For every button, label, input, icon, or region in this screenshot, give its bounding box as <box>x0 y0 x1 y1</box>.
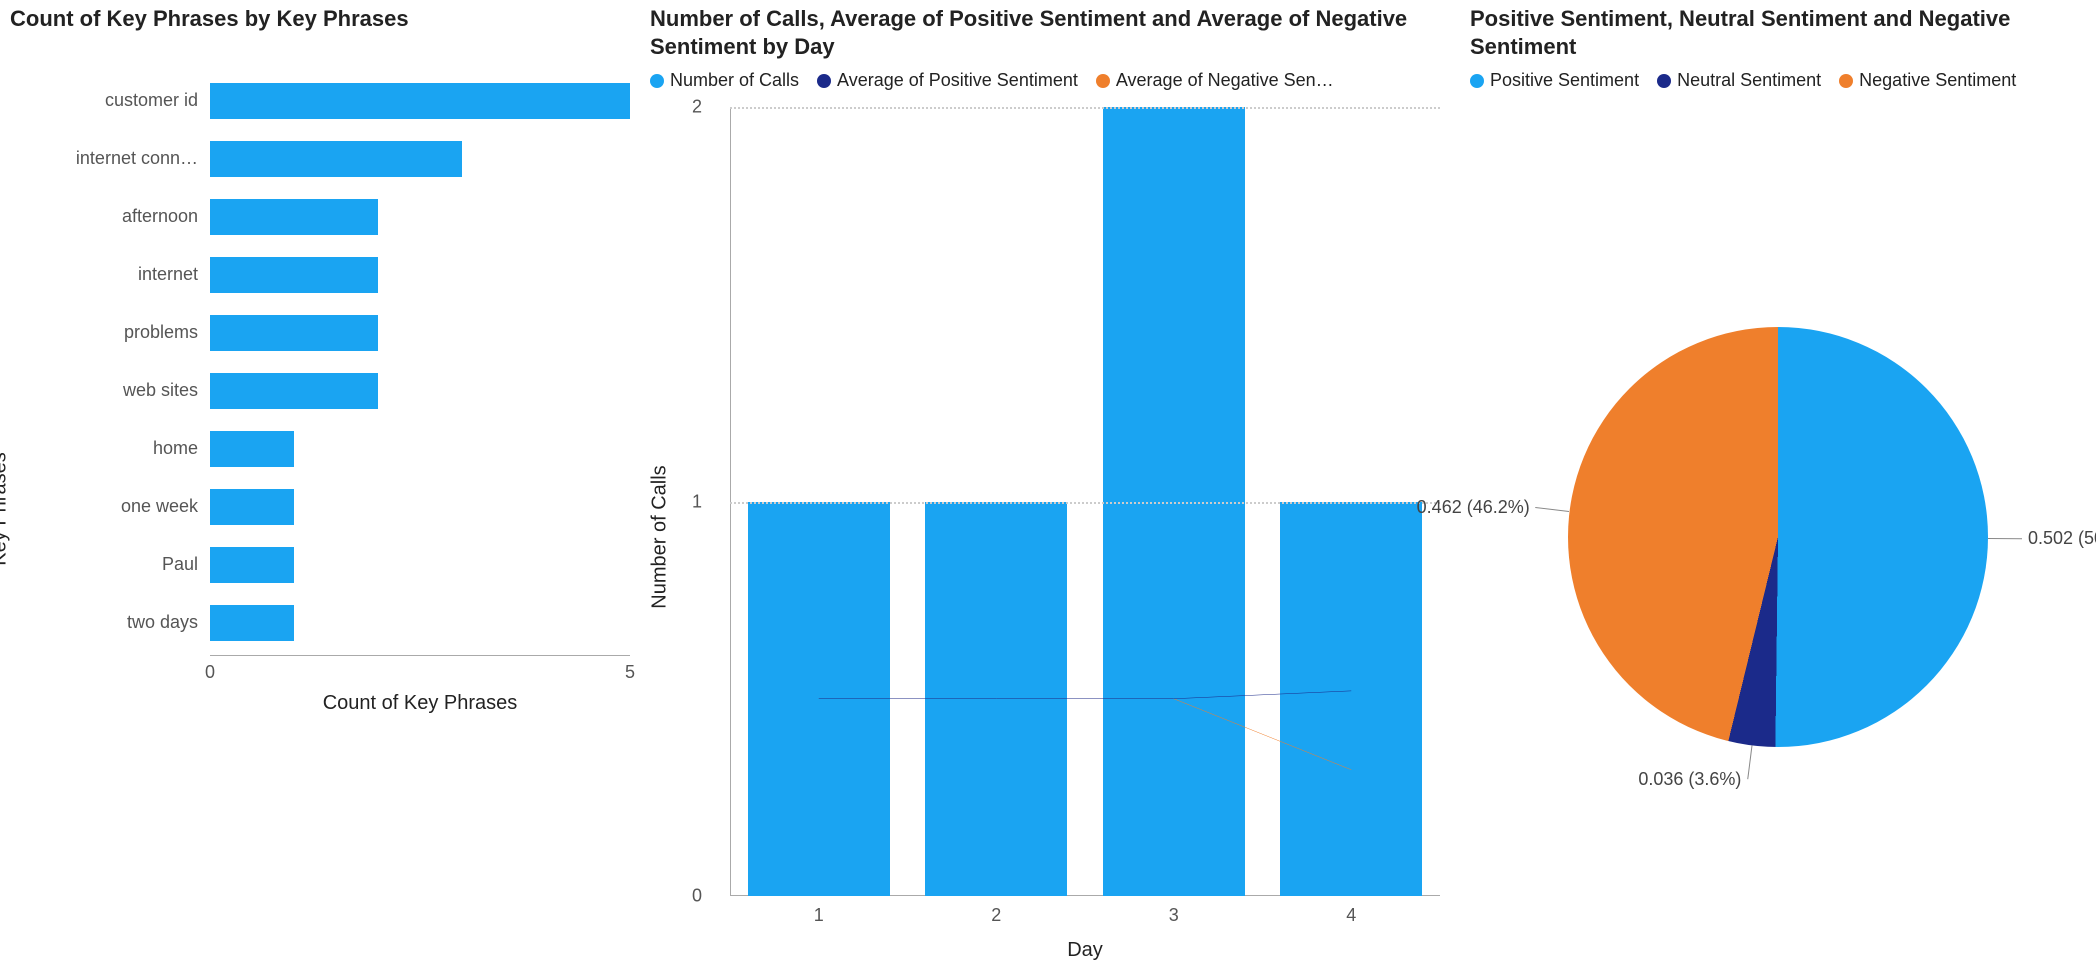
legend-label: Negative Sentiment <box>1859 70 2016 91</box>
key-phrase-xtick: 5 <box>625 662 635 683</box>
calls-sentiment-title: Number of Calls, Average of Positive Sen… <box>650 5 1450 60</box>
calls-sentiment-legend: Number of Calls Average of Positive Senti… <box>650 70 1450 91</box>
legend-swatch <box>1470 74 1484 88</box>
calls-ytick: 1 <box>692 491 702 512</box>
key-phrase-label: web sites <box>50 380 210 401</box>
key-phrase-label: problems <box>50 322 210 343</box>
calls-sentiment-ylabel: Number of Calls <box>649 465 672 608</box>
key-phrases-chart: Count of Key Phrases by Key Phrases Key … <box>0 0 640 976</box>
key-phrase-label: customer id <box>50 90 210 111</box>
legend-item: Average of Negative Sen… <box>1096 70 1334 91</box>
key-phrase-bar <box>210 431 294 467</box>
key-phrase-row: customer id <box>50 83 630 119</box>
key-phrases-plot: Key Phrases customer idinternet conn…aft… <box>10 43 630 976</box>
legend-label: Neutral Sentiment <box>1677 70 1821 91</box>
pie-slice-label: 0.462 (46.2%) <box>1417 497 1530 518</box>
key-phrase-bar <box>210 83 630 119</box>
legend-item: Negative Sentiment <box>1839 70 2016 91</box>
key-phrase-label: one week <box>50 496 210 517</box>
key-phrase-label: home <box>50 438 210 459</box>
key-phrase-label: afternoon <box>50 206 210 227</box>
calls-ytick: 2 <box>692 97 702 118</box>
calls-xtick: 2 <box>991 905 1001 926</box>
key-phrase-row: two days <box>50 605 630 641</box>
key-phrase-bar <box>210 141 462 177</box>
sentiment-pie-plot: 0.502 (50.2%)0.036 (3.6%)0.462 (46.2%) <box>1568 327 1988 747</box>
key-phrase-row: one week <box>50 489 630 525</box>
legend-label: Average of Positive Sentiment <box>837 70 1078 91</box>
calls-sentiment-plot: Day 0121234 <box>730 107 1440 896</box>
key-phrases-ylabel: Key Phrases <box>0 453 12 566</box>
key-phrase-xtick: 0 <box>205 662 215 683</box>
legend-swatch <box>1657 74 1671 88</box>
key-phrase-row: afternoon <box>50 199 630 235</box>
key-phrase-label: internet conn… <box>50 148 210 169</box>
key-phrase-label: internet <box>50 264 210 285</box>
key-phrase-bar <box>210 605 294 641</box>
key-phrase-bar <box>210 489 294 525</box>
legend-swatch <box>817 74 831 88</box>
key-phrase-label: two days <box>50 612 210 633</box>
calls-xtick: 3 <box>1169 905 1179 926</box>
legend-swatch <box>1839 74 1853 88</box>
pie-slice-label: 0.502 (50.2%) <box>2028 528 2096 549</box>
legend-item: Number of Calls <box>650 70 799 91</box>
key-phrase-row: internet <box>50 257 630 293</box>
calls-sentiment-xlabel: Day <box>1067 939 1103 962</box>
negative-sentiment-line <box>819 699 1352 770</box>
key-phrase-row: internet conn… <box>50 141 630 177</box>
key-phrase-label: Paul <box>50 554 210 575</box>
legend-label: Average of Negative Sen… <box>1116 70 1334 91</box>
legend-item: Neutral Sentiment <box>1657 70 1821 91</box>
legend-item: Average of Positive Sentiment <box>817 70 1078 91</box>
calls-sentiment-chart: Number of Calls, Average of Positive Sen… <box>640 0 1460 976</box>
positive-sentiment-line <box>819 691 1352 699</box>
key-phrases-title: Count of Key Phrases by Key Phrases <box>10 5 630 33</box>
legend-swatch <box>650 74 664 88</box>
sentiment-pie-legend: Positive Sentiment Neutral Sentiment Negat… <box>1470 70 2086 91</box>
key-phrases-xlabel: Count of Key Phrases <box>323 692 518 715</box>
key-phrase-row: problems <box>50 315 630 351</box>
legend-swatch <box>1096 74 1110 88</box>
legend-label: Positive Sentiment <box>1490 70 1639 91</box>
calls-xtick: 1 <box>814 905 824 926</box>
calls-xtick: 4 <box>1346 905 1356 926</box>
calls-ytick: 0 <box>692 886 702 907</box>
pie-slice-label: 0.036 (3.6%) <box>1638 769 1741 790</box>
legend-item: Positive Sentiment <box>1470 70 1639 91</box>
key-phrase-bar <box>210 547 294 583</box>
key-phrase-row: home <box>50 431 630 467</box>
key-phrase-bar <box>210 373 378 409</box>
key-phrase-row: web sites <box>50 373 630 409</box>
legend-label: Number of Calls <box>670 70 799 91</box>
key-phrase-bar <box>210 315 378 351</box>
key-phrase-bar <box>210 257 378 293</box>
key-phrase-row: Paul <box>50 547 630 583</box>
sentiment-pie-title: Positive Sentiment, Neutral Sentiment an… <box>1470 5 2086 60</box>
sentiment-pie-chart: Positive Sentiment, Neutral Sentiment an… <box>1460 0 2096 976</box>
key-phrase-bar <box>210 199 378 235</box>
